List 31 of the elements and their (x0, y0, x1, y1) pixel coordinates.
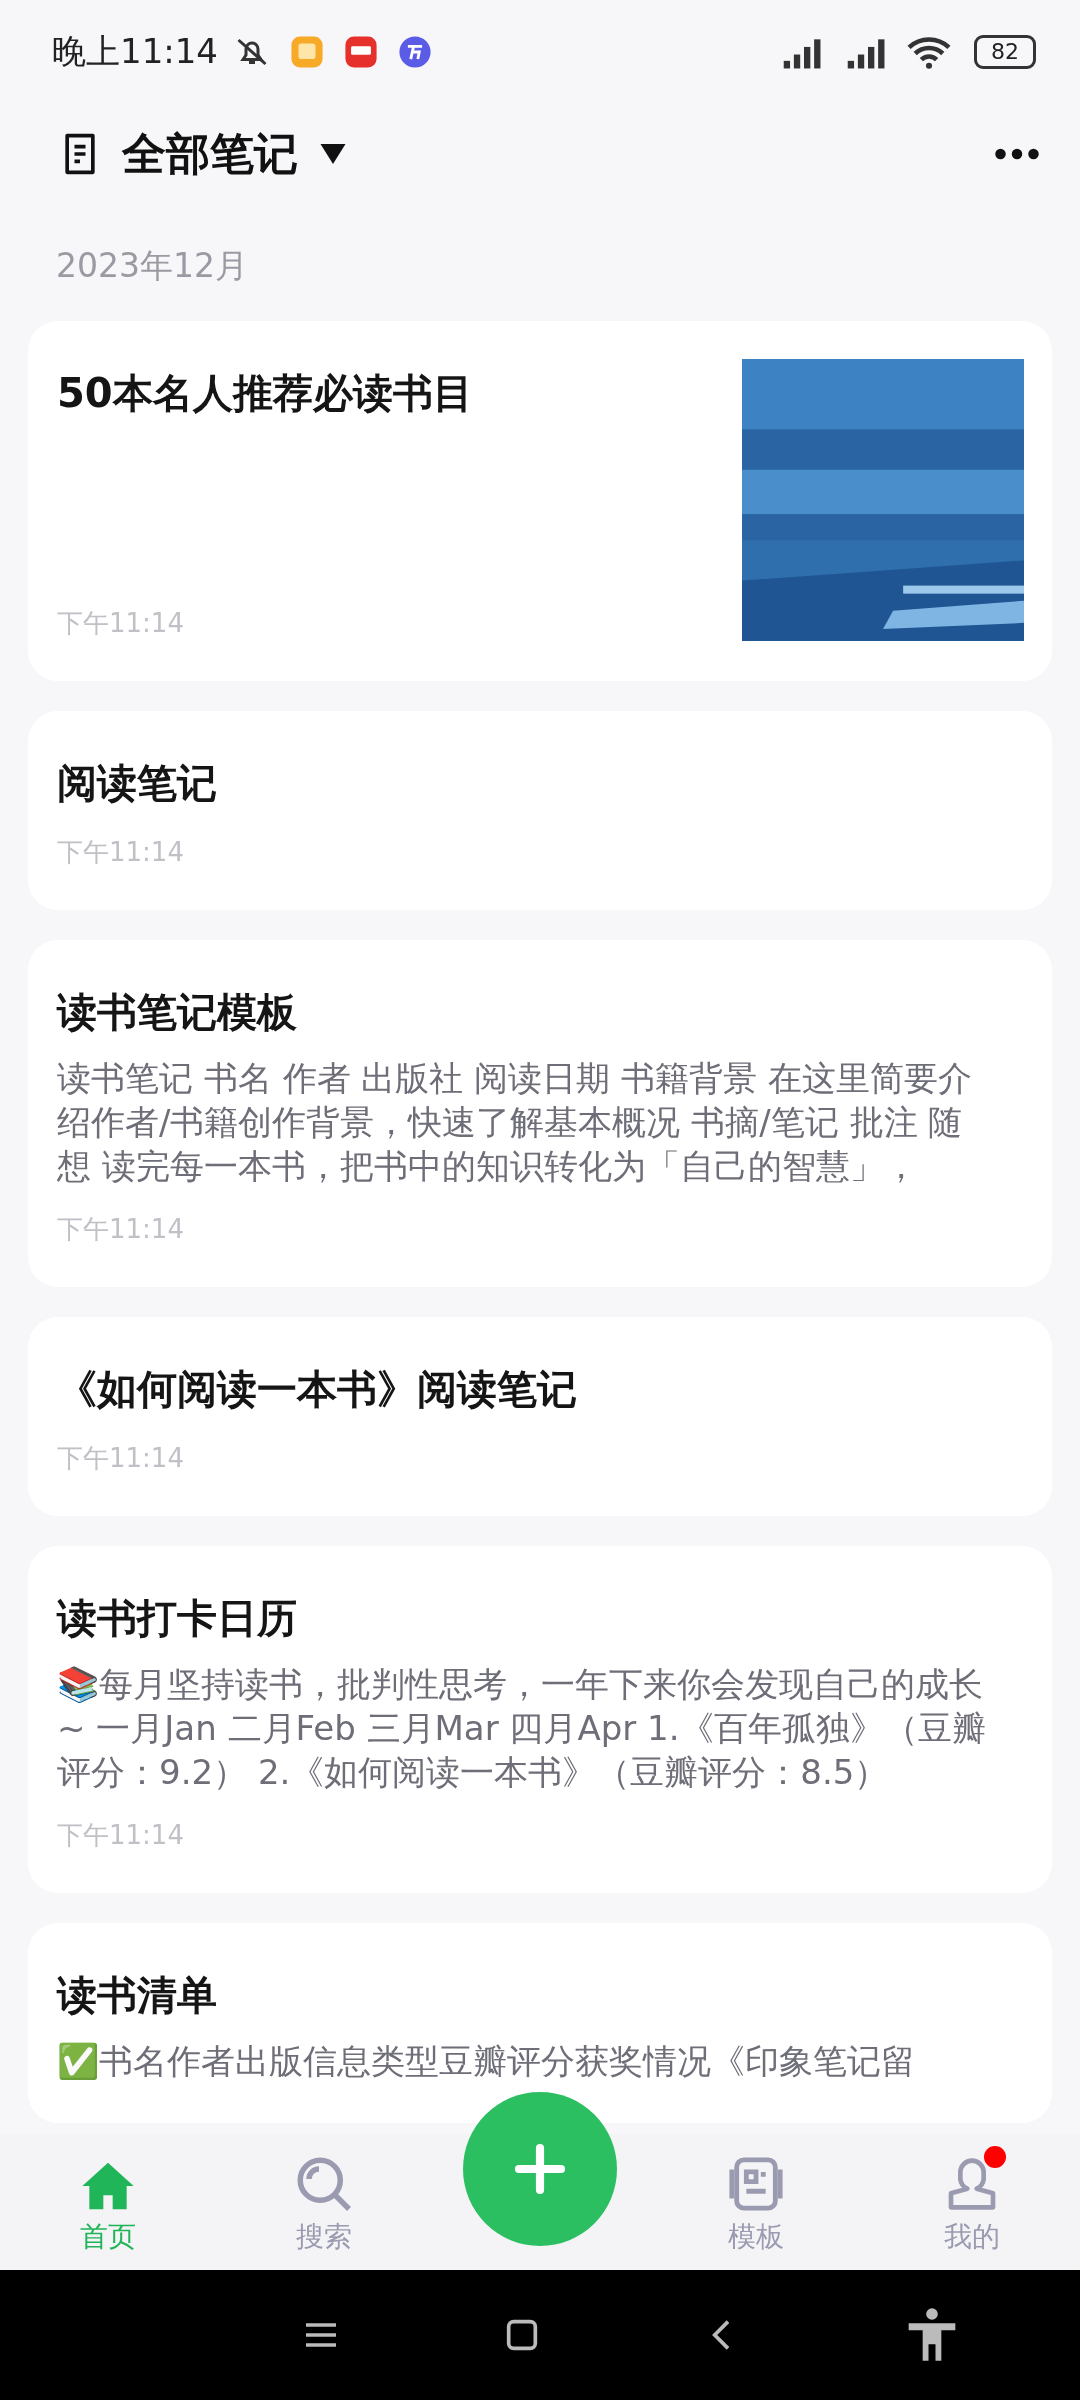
document-icon (727, 2154, 785, 2214)
note-card[interactable]: 《如何阅读一本书》阅读笔记 下午11:14 (28, 1317, 1052, 1516)
note-time: 下午11:14 (57, 1213, 185, 1246)
note-card[interactable]: 50本名人推荐必读书目 下午11:14 (28, 321, 1052, 681)
plus-icon (512, 2141, 568, 2197)
section-date: 2023年12月 (55, 245, 249, 287)
note-time: 下午11:14 (57, 1442, 185, 1475)
notebook-dropdown[interactable]: 全部笔记 (122, 124, 346, 184)
battery-icon: 82 (974, 35, 1036, 69)
note-time: 下午11:14 (57, 607, 185, 640)
app-icon (290, 35, 324, 69)
more-icon[interactable] (994, 148, 1040, 160)
note-card[interactable]: 阅读笔记 下午11:14 (28, 711, 1052, 910)
note-title: 读书打卡日历 (57, 1594, 298, 1643)
note-excerpt: 读书笔记 书名 作者 出版社 阅读日期 书籍背景 在这里简要介绍作者/书籍创作背景，快速了解基本概况 书摘/笔记 批注 随想 读完每一本书，把书中的知识转化为「自己的智慧」， (57, 1057, 973, 1188)
note-card[interactable]: 读书打卡日历 📚每月坚持读书，批判性思考，一年下来你会发现自己的成长 ~ 一月Jan 二月Feb 三月Mar 四月Apr 1.《百年孤独》（豆瓣评分：9.2） 2.《如何阅读一本书》（豆瓣评分：8.5） 下午11:14 (28, 1546, 1052, 1893)
note-title: 读书清单 (57, 1971, 218, 2020)
note-excerpt: ✅书名作者出版信息类型豆瓣评分获奖情况《印象笔记留 (57, 2040, 916, 2083)
note-title: 50本名人推荐必读书目 (57, 369, 474, 418)
note-time: 下午11:14 (57, 836, 185, 869)
caret-icon (320, 144, 346, 164)
note-time: 下午11:14 (57, 1819, 185, 1852)
app-icon (344, 35, 378, 69)
status-time: 晚上11:14 (52, 30, 218, 73)
app-icon (398, 35, 432, 69)
note-title: 读书笔记模板 (57, 988, 298, 1037)
note-card[interactable]: 读书清单 ✅书名作者出版信息类型豆瓣评分获奖情况《印象笔记留 (28, 1923, 1052, 2123)
note-excerpt: 📚每月坚持读书，批判性思考，一年下来你会发现自己的成长 ~ 一月Jan 二月Feb 三月Mar 四月Apr 1.《百年孤独》（豆瓣评分：9.2） 2.《如何阅读一本书》（豆瓣评分：8.5） (57, 1663, 987, 1794)
note-title: 《如何阅读一本书》阅读笔记 (57, 1365, 578, 1414)
note-title: 阅读笔记 (57, 759, 218, 808)
note-card[interactable]: 读书笔记模板 读书笔记 书名 作者 出版社 阅读日期 书籍背景 在这里简要介绍作者/书籍创作背景，快速了解基本概况 书摘/笔记 批注 随想 读完每一本书，把书中的知识转化为「自己的智慧」， 下午11:14 (28, 940, 1052, 1287)
